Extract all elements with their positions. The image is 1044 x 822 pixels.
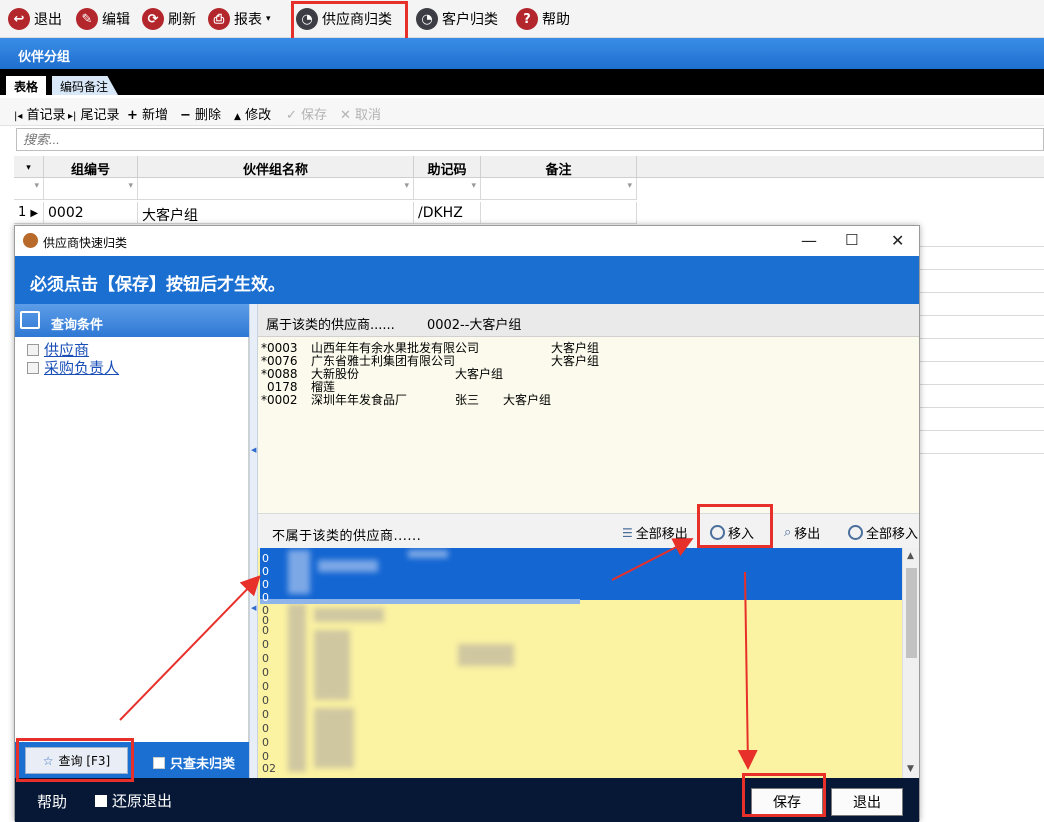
annotation-arrows — [119, 538, 758, 770]
arrow-move-in-to-save — [737, 571, 758, 770]
arrow-list-to-move-in — [611, 538, 694, 581]
arrow-query-to-list — [119, 575, 261, 721]
